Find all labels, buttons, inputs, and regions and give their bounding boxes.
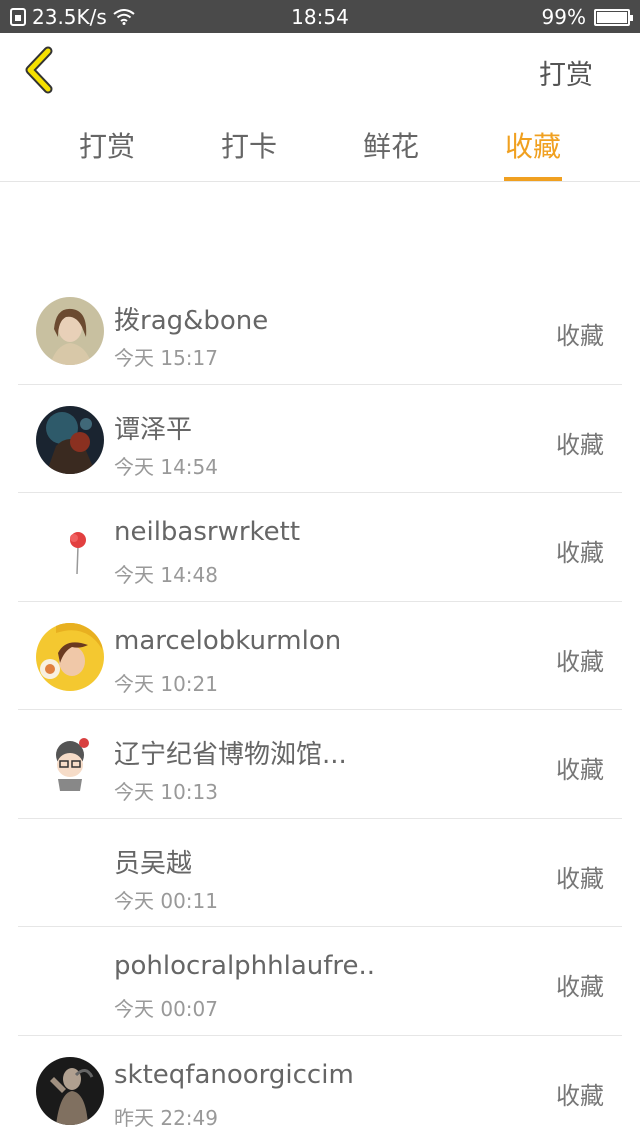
timestamp: 今天 10:21	[114, 671, 218, 696]
list-item[interactable]: marcelobkurmlon 今天 10:21 收藏	[18, 602, 622, 710]
tab-reward[interactable]: 打赏	[67, 125, 147, 165]
tab-checkin[interactable]: 打卡	[209, 125, 289, 165]
avatar	[36, 514, 104, 582]
timestamp: 今天 14:54	[114, 454, 218, 479]
timestamp: 今天 00:07	[114, 997, 218, 1021]
tab-favorites[interactable]: 收藏	[493, 125, 573, 165]
avatar	[36, 731, 104, 799]
favorite-label: 收藏	[556, 973, 604, 1001]
favorites-list: 拨rag&bone 今天 15:17 收藏 谭泽平 今天 14:54 收藏 ne…	[18, 276, 622, 1138]
user-name: 辽宁纪省博物洳馆...	[114, 740, 347, 770]
avatar	[36, 622, 104, 691]
list-item[interactable]: 辽宁纪省博物洳馆... 今天 10:13 收藏	[18, 710, 622, 819]
favorite-label: 收藏	[556, 864, 604, 893]
tab-bar: 打赏 打卡 鲜花 收藏	[0, 111, 640, 182]
status-right: 99%	[541, 5, 633, 29]
user-name: 员吴越	[114, 848, 193, 879]
back-button[interactable]	[18, 45, 68, 95]
favorite-label: 收藏	[556, 756, 604, 784]
timestamp: 今天 00:11	[114, 888, 218, 913]
avatar	[36, 1056, 104, 1125]
user-name: 拨rag&bone	[114, 306, 269, 336]
favorite-label: 收藏	[556, 1081, 604, 1110]
list-item[interactable]: pohlocralphhlaufre... 今天 00:07 收藏	[18, 927, 622, 1036]
chevron-left-icon	[25, 46, 53, 94]
favorite-label: 收藏	[556, 647, 604, 676]
battery-percent: 99%	[541, 5, 586, 29]
user-name: pohlocralphhlaufre...	[114, 951, 374, 981]
user-name: neilbasrwrkett	[114, 517, 301, 547]
avatar	[36, 297, 104, 365]
active-tab-indicator	[504, 177, 562, 181]
timestamp: 今天 14:48	[114, 563, 218, 587]
header: 打赏	[0, 33, 640, 111]
timestamp: 昨天 22:49	[114, 1105, 218, 1130]
user-name: marcelobkurmlon	[114, 625, 342, 656]
avatar	[36, 405, 104, 474]
favorite-label: 收藏	[556, 430, 604, 459]
favorite-label: 收藏	[556, 322, 604, 350]
status-bar: 23.5K/s 18:54 99%	[0, 0, 640, 33]
timestamp: 今天 15:17	[114, 346, 218, 370]
user-name: skteqfanoorgiccim	[114, 1059, 354, 1090]
list-item[interactable]: 谭泽平 今天 14:54 收藏	[18, 385, 622, 493]
timestamp: 今天 10:13	[114, 780, 218, 804]
favorite-label: 收藏	[556, 539, 604, 567]
list-item[interactable]: 拨rag&bone 今天 15:17 收藏	[18, 276, 622, 385]
list-item[interactable]: neilbasrwrkett 今天 14:48 收藏	[18, 493, 622, 602]
tab-flowers[interactable]: 鲜花	[351, 125, 431, 165]
reward-button[interactable]: 打赏	[539, 53, 593, 92]
list-item[interactable]: skteqfanoorgiccim 昨天 22:49 收藏	[18, 1036, 622, 1138]
list-item[interactable]: 员吴越 今天 00:11 收藏	[18, 819, 622, 927]
battery-icon	[594, 8, 633, 26]
user-name: 谭泽平	[114, 414, 193, 445]
